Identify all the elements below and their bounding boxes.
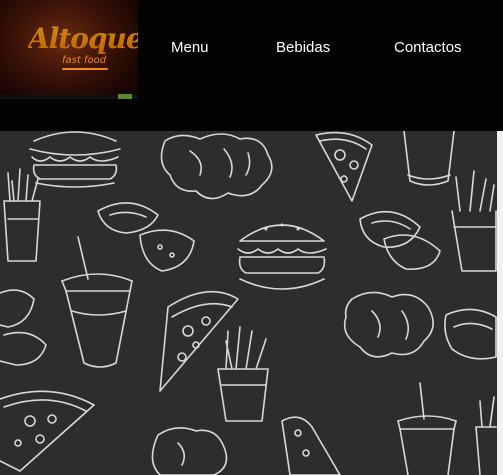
nav-link-contactos[interactable]: Contactos <box>394 39 462 56</box>
soda-cup-icon <box>397 382 457 475</box>
brand-logo-tagline: fast food <box>62 55 107 66</box>
fries-icon <box>475 396 497 475</box>
fries-icon <box>451 170 497 272</box>
chicken-wing-icon <box>160 133 273 200</box>
hero-food-pattern <box>0 131 497 475</box>
food-doodle-pattern <box>0 131 497 475</box>
logo-bottom-strip <box>0 94 138 99</box>
brand-logo-name: Altoque <box>28 22 138 55</box>
burger-icon <box>237 223 327 290</box>
fries-icon <box>3 168 41 262</box>
soda-cup-icon <box>61 236 133 368</box>
pizza-slice-icon <box>281 416 341 475</box>
logo-green-mark <box>118 94 132 99</box>
pizza-slice-icon <box>0 390 95 472</box>
chips-icon <box>444 308 497 360</box>
site-header: Altoque fast food Menu Bebidas Contactos <box>0 0 503 131</box>
chicken-wing-icon <box>343 291 434 358</box>
nav-link-bebidas[interactable]: Bebidas <box>276 39 330 56</box>
logo-underline <box>62 68 108 70</box>
pizza-slice-icon <box>315 131 373 202</box>
soda-cup-icon <box>403 131 455 186</box>
burger-icon <box>29 131 121 188</box>
chicken-wing-icon <box>151 427 228 475</box>
hero-right-edge <box>497 131 503 475</box>
fries-icon <box>217 326 269 422</box>
nav-link-menu[interactable]: Menu <box>171 39 209 56</box>
chips-icon <box>359 210 441 270</box>
chips-icon <box>0 289 47 366</box>
brand-logo[interactable]: Altoque fast food <box>0 0 138 99</box>
chips-icon <box>97 202 195 272</box>
